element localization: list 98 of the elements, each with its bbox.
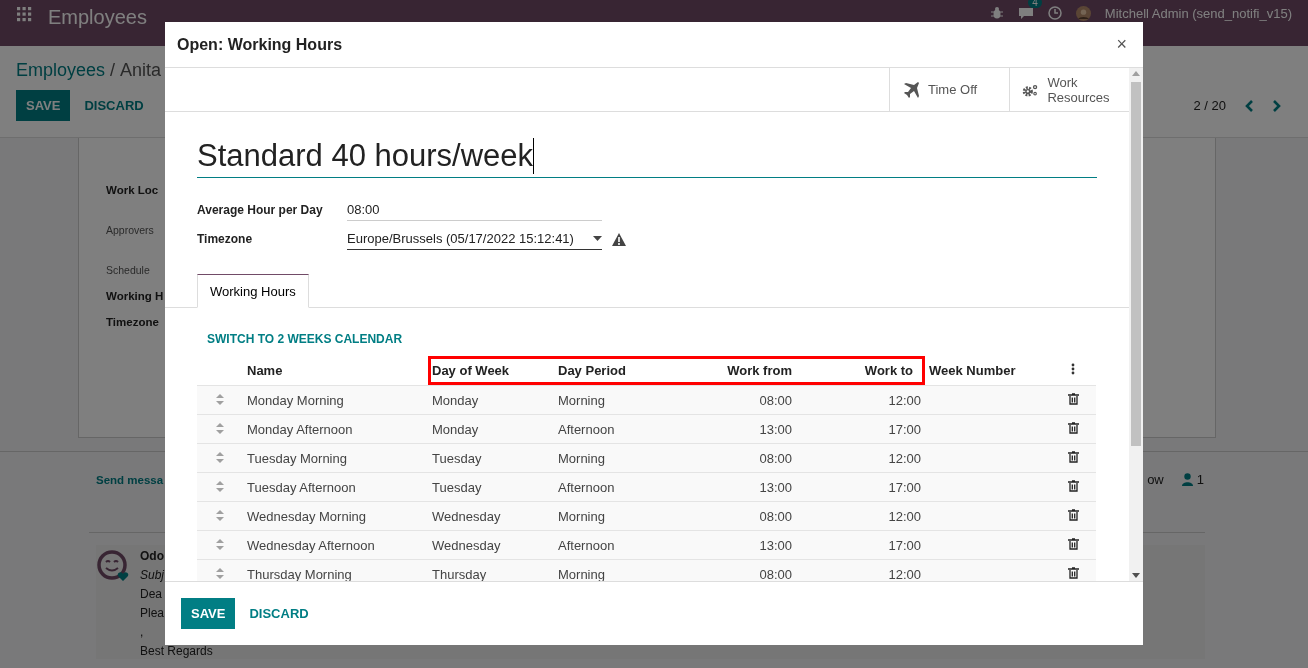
table-cell: Monday Afternoon	[243, 414, 428, 444]
table-cell: Morning	[554, 443, 668, 473]
column-header[interactable]: Work from	[668, 356, 796, 386]
trash-icon[interactable]	[1067, 508, 1079, 521]
table-cell: 17:00	[796, 472, 925, 502]
table-cell: 08:00	[668, 443, 796, 473]
message-line: Best Regards	[140, 644, 213, 659]
section-title: Schedule	[106, 264, 150, 276]
table-cell: Tuesday Afternoon	[243, 472, 428, 502]
table-cell: Tuesday	[428, 443, 554, 473]
drag-handle-icon[interactable]	[216, 451, 224, 463]
table-cell: 13:00	[668, 414, 796, 444]
drag-handle-icon[interactable]	[216, 538, 224, 550]
table-cell: Wednesday Morning	[243, 501, 428, 531]
table-cell: Tuesday Morning	[243, 443, 428, 473]
table-cell: 17:00	[796, 414, 925, 444]
tab[interactable]: Working Hours	[197, 274, 309, 308]
user-name[interactable]: Mitchell Admin (send_notifi_v15)	[1104, 6, 1292, 21]
message-subject: Subj	[140, 568, 165, 583]
field-label: Timezone	[197, 232, 254, 248]
table-cell: Wednesday	[428, 530, 554, 560]
table-cell: 08:00	[668, 501, 796, 531]
message-line: Dea	[140, 587, 162, 602]
table-cell: Morning	[554, 385, 668, 415]
trash-icon[interactable]	[1067, 537, 1079, 550]
chat-icon[interactable]	[1017, 6, 1034, 20]
table-cell: Morning	[554, 559, 668, 581]
field-label: Timezone	[106, 316, 159, 328]
section-title: Approvers	[106, 224, 154, 236]
table-cell: 08:00	[668, 559, 796, 581]
table-cell: Afternoon	[554, 530, 668, 560]
notification-badge: 4	[1028, 0, 1042, 8]
table-cell: 13:00	[668, 472, 796, 502]
table-cell: Monday Morning	[243, 385, 428, 415]
close-button[interactable]: ×	[1112, 34, 1131, 55]
table-cell: Wednesday	[428, 501, 554, 531]
table-cell: 13:00	[668, 530, 796, 560]
table-cell: Thursday Morning	[243, 559, 428, 581]
discard-button[interactable]: DISCARD	[239, 598, 319, 629]
table-cell: 17:00	[796, 530, 925, 560]
trash-icon[interactable]	[1067, 566, 1079, 579]
caret-icon	[593, 236, 602, 241]
app-title: Employees	[48, 6, 147, 29]
table-cell: Tuesday	[428, 472, 554, 502]
table-cell: Monday	[428, 414, 554, 444]
apps-grid-icon[interactable]	[16, 6, 32, 22]
message-line: ,	[140, 625, 144, 640]
field-label: Work Loc	[106, 184, 159, 196]
switch-calendar-link[interactable]: SWITCH TO 2 WEEKS CALENDAR	[207, 332, 403, 346]
table-cell: Afternoon	[554, 414, 668, 444]
options-icon[interactable]	[1071, 363, 1075, 375]
plane-icon	[902, 80, 920, 99]
trash-icon[interactable]	[1067, 421, 1079, 434]
table-cell: Afternoon	[554, 472, 668, 502]
user-avatar-icon[interactable]	[1075, 6, 1091, 21]
next-icon[interactable]	[1272, 98, 1282, 113]
table-cell: Wednesday Afternoon	[243, 530, 428, 560]
follower-count: 1	[1196, 472, 1204, 487]
table-cell: Monday	[428, 385, 554, 415]
clock-icon[interactable]	[1047, 6, 1062, 20]
table-cell: Morning	[554, 501, 668, 531]
field-label: Working H	[106, 290, 164, 302]
drag-handle-icon[interactable]	[216, 480, 224, 492]
column-header[interactable]: Day of Week	[428, 356, 554, 386]
drag-handle-icon[interactable]	[216, 567, 224, 579]
column-header[interactable]: Work to	[796, 356, 925, 386]
drag-handle-icon[interactable]	[216, 422, 224, 434]
table-cell: 12:00	[796, 385, 925, 415]
table-cell: Thursday	[428, 559, 554, 581]
table-cell: 12:00	[796, 559, 925, 581]
timezone-select[interactable]: Europe/Brussels (05/17/2022 15:12:41)	[347, 229, 602, 250]
breadcrumb-current: Anita	[120, 60, 162, 81]
column-header[interactable]: Week Number	[925, 356, 1050, 386]
bug-icon[interactable]	[989, 6, 1004, 20]
follow-link[interactable]: ow	[1147, 472, 1164, 487]
table-cell: 12:00	[796, 443, 925, 473]
table-cell: 08:00	[668, 385, 796, 415]
previous-icon[interactable]	[1244, 98, 1254, 113]
trash-icon[interactable]	[1067, 450, 1079, 463]
pager-text: 2 / 20	[1193, 98, 1226, 113]
field-label: Average Hour per Day	[197, 203, 324, 219]
avatar-icon	[96, 549, 130, 583]
trash-icon[interactable]	[1067, 479, 1079, 492]
breadcrumb-separator: /	[110, 60, 116, 81]
scrollbar[interactable]	[1129, 68, 1143, 581]
trash-icon[interactable]	[1067, 392, 1079, 405]
record-name-field[interactable]: Standard 40 hours/week	[197, 136, 1097, 178]
person-icon	[1181, 473, 1193, 486]
column-header[interactable]: Name	[243, 356, 428, 386]
input-field[interactable]: 08:00	[347, 200, 602, 221]
save-button[interactable]: SAVE	[181, 598, 236, 629]
column-header[interactable]: Day Period	[554, 356, 668, 386]
dialog-title: Open: Working Hours	[177, 35, 343, 54]
drag-handle-icon[interactable]	[216, 509, 224, 521]
table-cell: 12:00	[796, 501, 925, 531]
message-line: Plea	[140, 606, 165, 621]
drag-handle-icon[interactable]	[216, 393, 224, 405]
message-author: Odo	[140, 549, 164, 564]
